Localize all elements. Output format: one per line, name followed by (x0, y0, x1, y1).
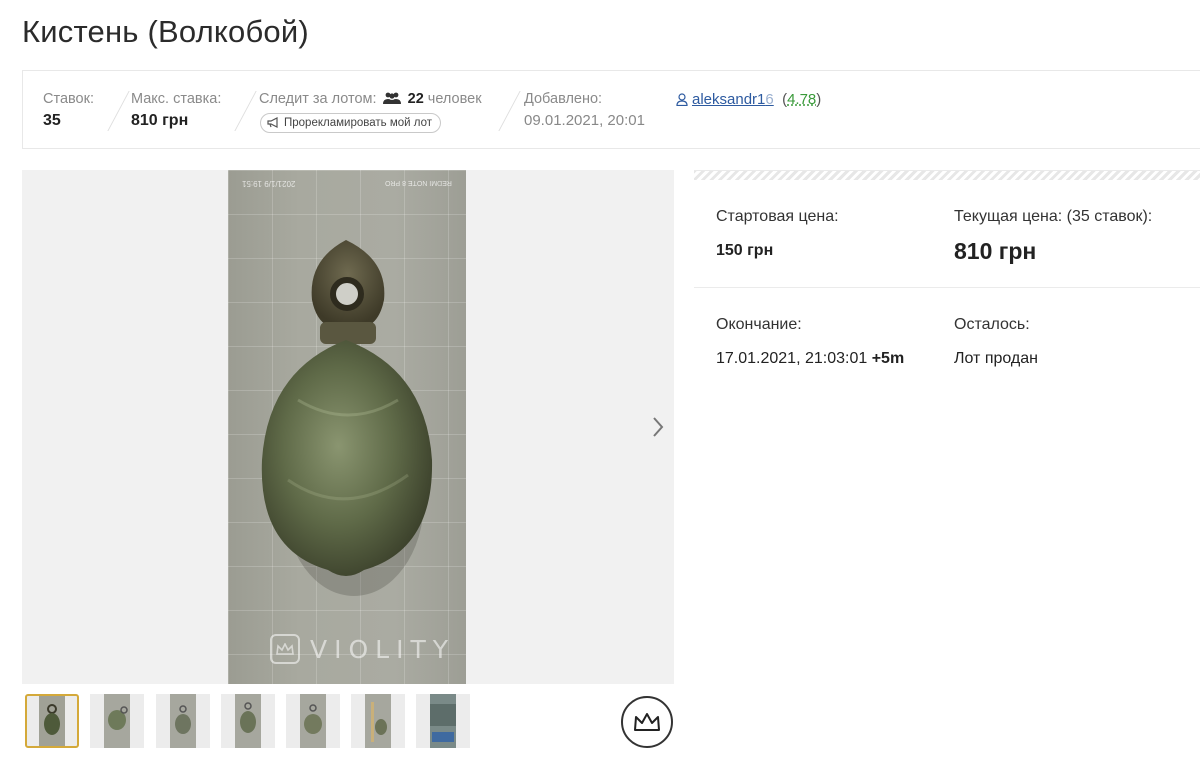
thumbnail[interactable] (416, 694, 470, 748)
seller-name-fade: 6 (765, 91, 774, 108)
time-remaining: Осталось: Лот продан (954, 316, 1038, 368)
thumbnail[interactable] (90, 694, 144, 748)
thumbnail[interactable] (156, 694, 210, 748)
max-bid-value: 810 грн (131, 112, 189, 129)
seller-rating[interactable]: 4.78 (787, 91, 816, 108)
max-bid-label: Макс. ставка: (131, 91, 222, 107)
crown-icon (270, 634, 300, 664)
added-label: Добавлено: (524, 91, 603, 107)
end-time: Окончание: 17.01.2021, 21:03:01 +5m (716, 316, 904, 368)
stripe-divider (694, 170, 1200, 180)
crown-icon (634, 713, 660, 731)
promote-lot-label: Прорекламировать мой лот (284, 117, 432, 129)
bids-stat: Ставок: 35 (43, 91, 94, 130)
artifact-image (261, 240, 433, 596)
max-bid-stat: Макс. ставка: 810 грн (131, 91, 221, 130)
watching-label: Следит за лотом: (259, 91, 377, 107)
end-value: 17.01.2021, 21:03:01 (716, 350, 868, 367)
price-panel: Стартовая цена: 150 грн Текущая цена: (3… (694, 170, 1200, 388)
time-row: Окончание: 17.01.2021, 21:03:01 +5m Оста… (694, 288, 1200, 388)
start-price-label: Стартовая цена: (716, 208, 839, 225)
remaining-label: Осталось: (954, 316, 1030, 333)
separator (234, 91, 257, 131)
thumbnail[interactable] (25, 694, 79, 748)
current-price-value: 810 грн (954, 238, 1037, 264)
lot-info-bar: Ставок: 35 Макс. ставка: 810 грн Следит … (22, 70, 1200, 149)
bids-value: 35 (43, 112, 61, 129)
price-row: Стартовая цена: 150 грн Текущая цена: (3… (694, 180, 1200, 288)
lot-title: Кистень (Волкобой) (22, 14, 309, 49)
added-value: 09.01.2021, 20:01 (524, 112, 645, 129)
promote-lot-button[interactable]: Прорекламировать мой лот (260, 113, 441, 133)
people-icon (382, 92, 401, 108)
start-price-value: 150 грн (716, 242, 774, 259)
current-price: Текущая цена: (35 ставок): 810 грн (954, 208, 1152, 265)
added-stat: Добавлено: 09.01.2021, 20:01 (524, 91, 645, 129)
watching-line: Следит за лотом: 22 человек (259, 91, 482, 108)
current-price-label: Текущая цена: (35 ставок): (954, 208, 1153, 225)
start-price: Стартовая цена: 150 грн (716, 208, 839, 260)
end-value-line: 17.01.2021, 21:03:01 +5m (716, 350, 904, 368)
end-extension: +5m (871, 350, 905, 367)
thumbnail[interactable] (351, 694, 405, 748)
thumbnail[interactable] (286, 694, 340, 748)
bids-label: Ставок: (43, 91, 94, 107)
watching-suffix: человек (427, 91, 482, 107)
watching-stat: Следит за лотом: 22 человек (259, 91, 482, 108)
seller-info: aleksandr16 (4.78) (676, 91, 821, 110)
violity-watermark: VIOLITY (270, 634, 455, 664)
thumbnail-strip (22, 692, 674, 750)
seller-link[interactable]: aleksandr16 (692, 91, 774, 108)
end-label: Окончание: (716, 316, 802, 333)
rating-close: ) (816, 91, 822, 108)
remaining-value: Лот продан (954, 350, 1038, 367)
photo-gallery[interactable]: 2021/1/9 19:51 REDMI NOTE 8 PRO VIOLITY (22, 170, 674, 684)
seller-name: aleksandr1 (692, 91, 766, 108)
user-icon (676, 93, 688, 110)
lot-photo[interactable]: 2021/1/9 19:51 REDMI NOTE 8 PRO (228, 170, 466, 684)
watching-count: 22 (407, 91, 424, 107)
separator (107, 91, 130, 131)
watermark-text: VIOLITY (310, 634, 455, 664)
thumbnail[interactable] (221, 694, 275, 748)
chevron-right-icon[interactable] (648, 414, 668, 440)
crown-button[interactable] (621, 696, 673, 748)
megaphone-icon (267, 117, 278, 128)
separator (498, 91, 521, 131)
